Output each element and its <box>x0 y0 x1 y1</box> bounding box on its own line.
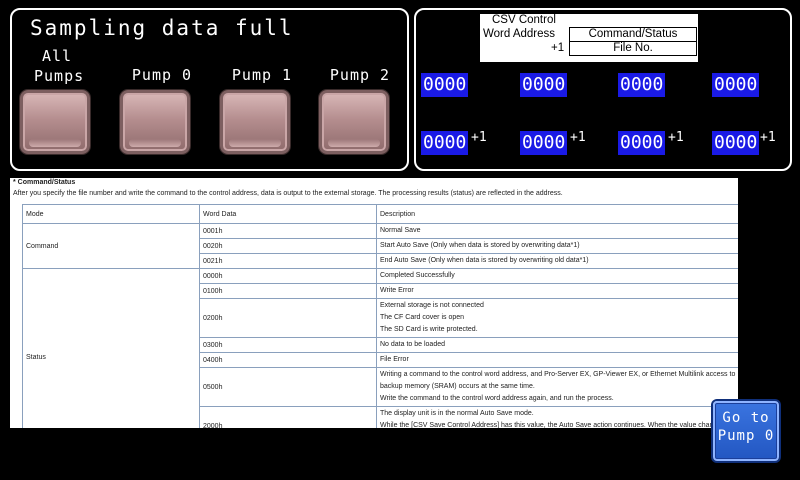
pump-1-label: Pump 1 <box>231 66 293 84</box>
csv-legend-caption: CSV Control <box>492 14 556 26</box>
table-row: Command 0001h Normal Save <box>22 223 738 269</box>
pump-3-file-no-value: 0000 <box>712 131 760 155</box>
column-header: Description <box>376 204 738 224</box>
pump-2-command-status-value: 0000 <box>618 73 666 97</box>
mode-cell: Command <box>22 223 200 269</box>
command-status-table: Mode Word Data Description Command 0001h… <box>22 204 738 428</box>
pump-0-file-no-value: 0000 <box>421 131 469 155</box>
pump-all-button[interactable] <box>20 90 90 154</box>
page-title: Sampling data full <box>30 16 294 40</box>
desc-cell: External storage is not connected The CF … <box>376 298 738 338</box>
desc-cell: Writing a command to the control word ad… <box>376 367 738 407</box>
column-header: Mode <box>22 204 200 224</box>
desc-cell: End Auto Save (Only when data is stored … <box>376 253 738 269</box>
word-cell: 0000h <box>199 268 377 284</box>
pump-all-label: All Pumps <box>34 47 85 85</box>
desc-cell: Normal Save <box>376 223 738 239</box>
word-cell: 0200h <box>199 298 377 338</box>
desc-cell: Start Auto Save (Only when data is store… <box>376 238 738 254</box>
word-cell: 0020h <box>199 238 377 254</box>
desc-cell: The display unit is in the normal Auto S… <box>376 406 738 428</box>
command-status-reference: * Command/Status After you specify the f… <box>10 178 738 428</box>
desc-cell: No data to be loaded <box>376 337 738 353</box>
desc-cell: Write Error <box>376 283 738 299</box>
table-header-row: Mode Word Data Description <box>22 204 738 224</box>
word-cell: 0400h <box>199 352 377 368</box>
word-cell: 0100h <box>199 283 377 299</box>
pump-1-command-status-value: 0000 <box>520 73 568 97</box>
go-to-pump-0-button[interactable]: Go to Pump 0 <box>713 401 779 461</box>
csv-legend-file-no: File No. <box>569 41 697 56</box>
pump-2-label: Pump 2 <box>329 66 391 84</box>
pump-2-button[interactable] <box>319 90 389 154</box>
pump-panel: Sampling data full All Pumps Pump 0 Pump… <box>10 8 409 171</box>
pump-1-file-no-value: 0000 <box>520 131 568 155</box>
csv-legend-command-status: Command/Status <box>569 27 697 42</box>
pump-3-command-status-value: 0000 <box>712 73 760 97</box>
pump-0-button[interactable] <box>120 90 190 154</box>
file-no-offset-label: +1 <box>471 130 487 145</box>
desc-cell: Completed Successfully <box>376 268 738 284</box>
file-no-offset-label: +1 <box>570 130 586 145</box>
mode-cell: Status <box>22 268 200 428</box>
csv-legend-offset: +1 <box>551 42 565 54</box>
doc-intro: After you specify the file number and wr… <box>13 190 563 197</box>
csv-legend: CSV Control Word Address +1 Command/Stat… <box>480 14 698 62</box>
table-row: Status 0000h Completed Successfully <box>22 268 738 428</box>
pump-2-file-no-value: 0000 <box>618 131 666 155</box>
pump-0-label: Pump 0 <box>131 66 193 84</box>
word-cell: 0300h <box>199 337 377 353</box>
word-cell: 0001h <box>199 223 377 239</box>
doc-heading: * Command/Status <box>13 179 76 186</box>
file-no-offset-label: +1 <box>760 130 776 145</box>
pump-1-button[interactable] <box>220 90 290 154</box>
file-no-offset-label: +1 <box>668 130 684 145</box>
word-cell: 2000h <box>199 406 377 428</box>
csv-legend-caption-2: Word Address <box>483 28 556 40</box>
pump-0-command-status-value: 0000 <box>421 73 469 97</box>
word-cell: 0021h <box>199 253 377 269</box>
column-header: Word Data <box>199 204 377 224</box>
desc-cell: File Error <box>376 352 738 368</box>
word-cell: 0500h <box>199 367 377 407</box>
